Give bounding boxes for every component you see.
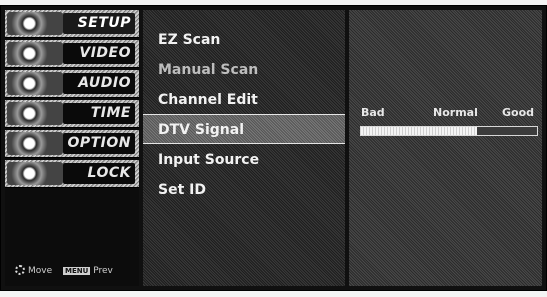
- menu-key-icon: MENU: [63, 267, 91, 275]
- time-icon: [7, 102, 63, 125]
- prev-hint-label: Prev: [93, 266, 113, 276]
- submenu-item-channel-edit[interactable]: Channel Edit: [143, 85, 345, 115]
- setup-submenu: EZ Scan Manual Scan Channel Edit DTV Sig…: [143, 10, 345, 286]
- menu-item-label: OPTION: [63, 133, 135, 154]
- menu-item-label: AUDIO: [63, 73, 135, 94]
- main-menu: SETUP VIDEO AUDIO TIME OPTION LOCK Move …: [5, 10, 139, 286]
- menu-item-video[interactable]: VIDEO: [5, 40, 139, 68]
- tv-menu-screen: SETUP VIDEO AUDIO TIME OPTION LOCK Move …: [0, 5, 547, 291]
- menu-item-option[interactable]: OPTION: [5, 130, 139, 158]
- submenu-item-set-id[interactable]: Set ID: [143, 175, 345, 205]
- signal-strength-bar: [360, 126, 538, 136]
- move-icon: [15, 265, 25, 275]
- menu-item-time[interactable]: TIME: [5, 100, 139, 128]
- scale-label-bad: Bad: [361, 106, 385, 119]
- menu-item-label: TIME: [63, 103, 135, 124]
- audio-icon: [7, 72, 63, 95]
- menu-item-label: VIDEO: [63, 43, 135, 64]
- submenu-item-dtv-signal[interactable]: DTV Signal: [143, 114, 345, 144]
- menu-item-lock[interactable]: LOCK: [5, 160, 139, 188]
- menu-item-audio[interactable]: AUDIO: [5, 70, 139, 98]
- move-hint-label: Move: [28, 266, 53, 276]
- submenu-item-ez-scan[interactable]: EZ Scan: [143, 25, 345, 55]
- submenu-item-input-source[interactable]: Input Source: [143, 145, 345, 175]
- setup-icon: [7, 12, 63, 35]
- scale-label-good: Good: [502, 106, 535, 119]
- menu-item-label: SETUP: [63, 13, 135, 34]
- submenu-item-manual-scan[interactable]: Manual Scan: [143, 55, 345, 85]
- scale-label-normal: Normal: [433, 106, 478, 119]
- menu-item-setup[interactable]: SETUP: [5, 10, 139, 38]
- video-icon: [7, 42, 63, 65]
- signal-strength-fill: [361, 127, 478, 135]
- menu-item-label: LOCK: [63, 163, 135, 184]
- option-icon: [7, 132, 63, 155]
- dtv-signal-panel: Bad Normal Good: [349, 10, 542, 286]
- lock-icon: [7, 162, 63, 185]
- navigation-hint: Move MENU Prev: [15, 265, 113, 276]
